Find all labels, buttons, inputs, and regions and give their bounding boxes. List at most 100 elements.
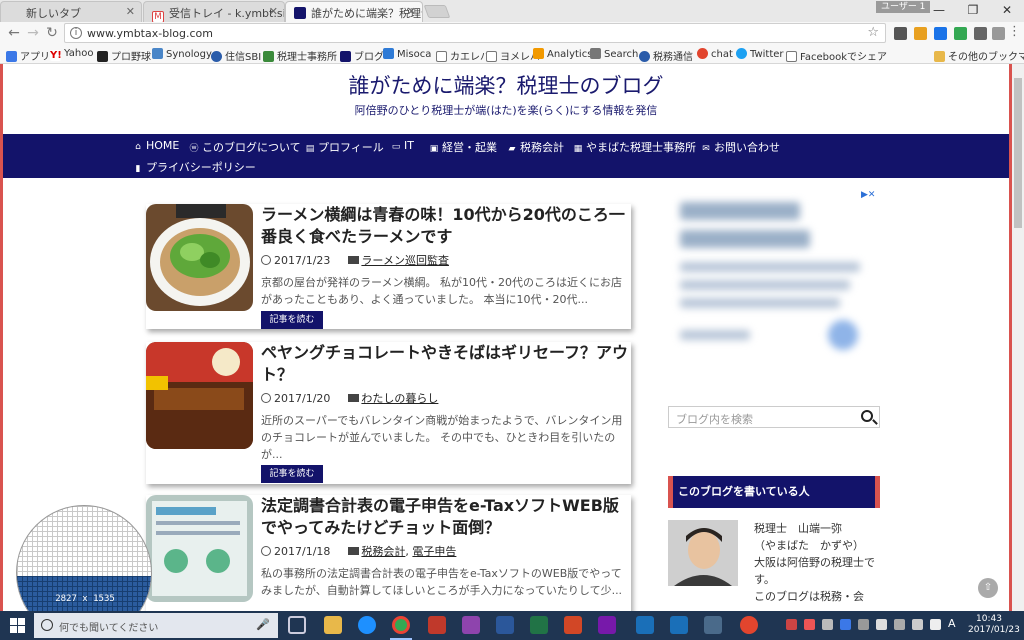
search-icon[interactable] [861, 410, 873, 422]
minimize-icon[interactable]: — [922, 0, 956, 20]
nav-item-business[interactable]: ▣ 経営・起業 [429, 139, 497, 155]
nav-item-tax[interactable]: ▰ 税務会計 [507, 139, 564, 155]
excel-icon[interactable] [530, 616, 548, 634]
powerpoint-icon[interactable] [564, 616, 582, 634]
bookmark-star-icon[interactable]: ☆ [867, 25, 879, 40]
bookmark-kaereba[interactable]: カエレバ [436, 48, 490, 63]
accounting-app-icon[interactable] [670, 616, 688, 634]
onenote-icon[interactable] [462, 616, 480, 634]
post-category[interactable]: 電子申告 [412, 545, 456, 558]
bookmark-tax-office[interactable]: 税理士事務所 [263, 48, 337, 63]
ime-indicator[interactable]: A [948, 617, 956, 630]
window-close-icon[interactable]: ✕ [990, 0, 1024, 20]
extension-icon[interactable] [954, 27, 967, 40]
bookmark-blog[interactable]: ブログ [340, 48, 384, 63]
system-clock[interactable]: 10:43 2017/01/23 [968, 614, 1020, 636]
back-arrow-icon[interactable]: ← [6, 25, 22, 41]
cortana-search-input[interactable]: 何でも聞いてください 🎤 [34, 613, 278, 638]
post-category[interactable]: ラーメン巡回監査 [361, 254, 449, 267]
nav-item-contact[interactable]: ✉ お問い合わせ [701, 139, 780, 155]
bookmark-apps[interactable]: アプリ [6, 48, 50, 63]
close-icon[interactable]: ✕ [126, 5, 135, 18]
onenote-app-icon[interactable] [598, 616, 616, 634]
post-thumbnail-ramen[interactable] [146, 204, 253, 311]
edge-icon[interactable] [358, 616, 376, 634]
nav-item-home[interactable]: ⌂ HOME [133, 139, 179, 152]
bookmark-search[interactable]: Search [590, 48, 638, 60]
blog-search-input[interactable]: ブログ内を検索 [668, 406, 880, 428]
privacy-icon: ▮ [135, 164, 141, 174]
nav-item-profile[interactable]: ▤ プロフィール [305, 139, 384, 155]
windows-start-icon[interactable] [10, 618, 25, 633]
tab-title: 新しいタブ [26, 7, 81, 20]
scrollbar-thumb[interactable] [1014, 78, 1022, 228]
bookmark-twitter[interactable]: Twitter [736, 48, 784, 60]
tray-app-icon[interactable] [876, 619, 887, 630]
tab-new-tab[interactable]: 新しいタブ ✕ [0, 1, 142, 22]
app-icon[interactable] [704, 616, 722, 634]
tray-app-icon[interactable] [804, 619, 815, 630]
app-icon[interactable] [428, 616, 446, 634]
extension-icon[interactable] [914, 27, 927, 40]
info-icon[interactable]: i [70, 27, 82, 39]
restore-icon[interactable]: ❐ [956, 0, 990, 20]
tab-blog[interactable]: 誰がために端楽？税理士の ✕ [285, 1, 423, 22]
word-icon[interactable] [496, 616, 514, 634]
extension-icon[interactable] [934, 27, 947, 40]
adchoices-icon[interactable]: ▶✕ [861, 190, 879, 202]
post-category[interactable]: わたしの暮らし [361, 392, 438, 405]
read-more-button[interactable]: 記事を読む [261, 311, 323, 329]
extension-icon[interactable] [992, 27, 1005, 40]
post-thumbnail-etax[interactable] [146, 495, 253, 602]
bookmark-misoca[interactable]: Misoca [383, 48, 431, 60]
microphone-icon[interactable]: 🎤 [256, 618, 270, 631]
address-bar[interactable]: i www.ymbtax-blog.com ☆ [64, 23, 886, 43]
bookmark-chat[interactable]: chat [697, 48, 733, 60]
post-category[interactable]: 税務会計 [361, 545, 405, 558]
read-more-button[interactable]: 記事を読む [261, 465, 323, 483]
tab-gmail[interactable]: M 受信トレイ - k.ymbt.since@ ✕ [143, 1, 285, 22]
bookmark-analytics[interactable]: Analytics [533, 48, 592, 60]
nav-item-office[interactable]: ▦ やまばた税理士事務所 [573, 139, 696, 155]
new-tab-button[interactable] [423, 5, 451, 18]
bookmark-synology[interactable]: Synology [152, 48, 212, 60]
task-view-icon[interactable] [288, 616, 306, 634]
bookmark-yahoo[interactable]: Y! Yahoo [50, 48, 93, 61]
page-scrollbar[interactable] [1012, 64, 1024, 611]
scroll-to-top-icon[interactable]: ⇧ [978, 578, 998, 598]
tray-app-icon[interactable] [912, 619, 923, 630]
bookmark-yomereba[interactable]: ヨメレバ [486, 48, 540, 63]
forward-arrow-icon[interactable]: → [25, 25, 41, 41]
post-thumbnail-peyoung[interactable] [146, 342, 253, 449]
tray-app-icon[interactable] [858, 619, 869, 630]
url-text: www.ymbtax-blog.com [87, 27, 213, 40]
bluetooth-icon[interactable] [840, 619, 851, 630]
nav-item-it[interactable]: ▭ IT [391, 139, 414, 152]
volume-icon[interactable] [930, 619, 941, 630]
chrome-icon[interactable] [392, 616, 410, 634]
nav-item-about[interactable]: ⓦ このブログについて [189, 139, 300, 155]
bookmark-sbi[interactable]: 住信SBI [211, 48, 261, 63]
site-title[interactable]: 誰がために端楽？税理士のブログ [3, 70, 1009, 100]
close-icon[interactable]: ✕ [269, 5, 278, 18]
tray-app-icon[interactable] [786, 619, 797, 630]
onedrive-icon[interactable] [894, 619, 905, 630]
post-title[interactable]: 法定調書合計表の電子申告をe-TaxソフトWEB版でやってみたけどチョット面倒？ [261, 495, 629, 539]
extension-icon[interactable] [894, 27, 907, 40]
bookmark-tax-news[interactable]: 税務通信 [639, 48, 693, 63]
close-icon[interactable]: ✕ [407, 5, 416, 18]
extension-icon[interactable] [974, 27, 987, 40]
chatwork-icon[interactable] [740, 616, 758, 634]
post-title[interactable]: ペヤングチョコレートやきそばはギリセーフ？アウト？ [261, 342, 629, 386]
menu-dots-icon[interactable]: ⋮ [1008, 24, 1021, 40]
advertisement[interactable] [668, 190, 880, 365]
bookmark-facebook-share[interactable]: Facebookでシェア [786, 48, 887, 63]
nav-item-privacy[interactable]: ▮ プライバシーポリシー [133, 159, 256, 175]
accounting-app-icon[interactable] [636, 616, 654, 634]
file-explorer-icon[interactable] [324, 616, 342, 634]
post-title[interactable]: ラーメン横綱は青春の味！10代から20代のころ一番良く食べたラーメンです [261, 204, 629, 248]
tray-app-icon[interactable] [822, 619, 833, 630]
bookmark-baseball[interactable]: プロ野球 [97, 48, 151, 63]
bookmark-other[interactable]: その他のブックマーク [934, 48, 1024, 63]
reload-icon[interactable]: ↻ [44, 25, 60, 41]
